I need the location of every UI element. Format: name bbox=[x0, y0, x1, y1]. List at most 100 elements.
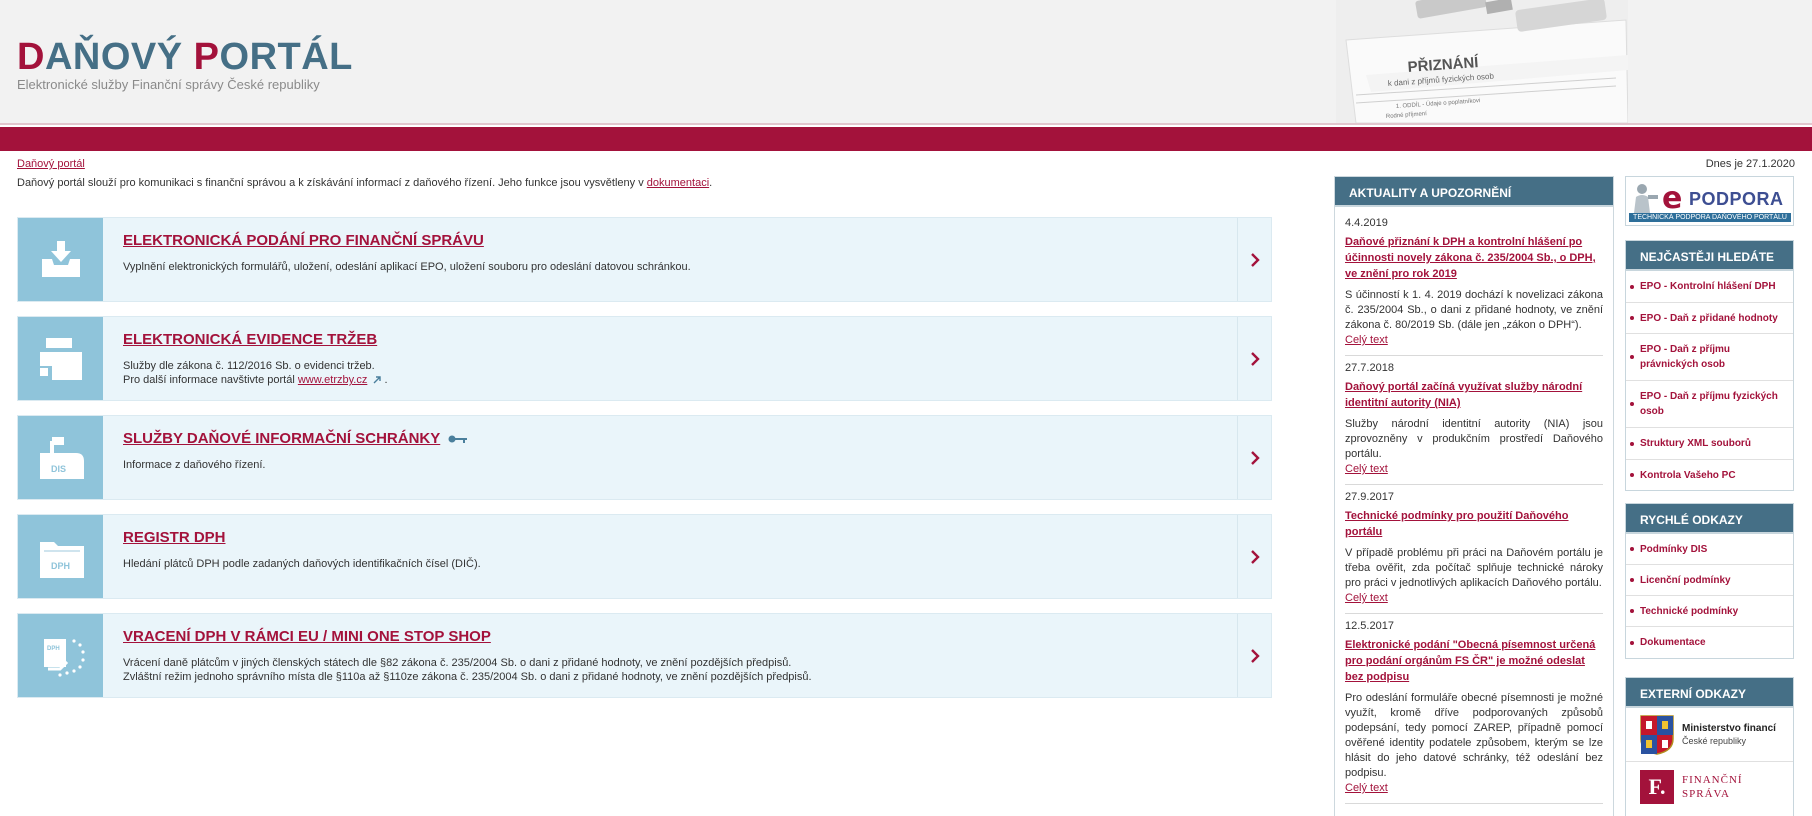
news-title-link[interactable]: Daňové přiznání k DPH a kontrolní hlášen… bbox=[1345, 234, 1603, 282]
service-title[interactable]: Elektronická podání pro finanční správu bbox=[123, 232, 484, 249]
chevron-right-icon[interactable] bbox=[1237, 614, 1271, 697]
ministerstvo-financi-link[interactable]: Ministerstvo financí České republiky bbox=[1626, 708, 1793, 762]
service-epo[interactable]: Elektronická podání pro finanční správu … bbox=[17, 217, 1272, 302]
today-date: Dnes je 27.1.2020 bbox=[1705, 158, 1795, 170]
quick-link-label: Licenční podmínky bbox=[1640, 574, 1731, 586]
quick-link-item[interactable]: Dokumentace bbox=[1626, 627, 1793, 658]
financni-sprava-link[interactable]: F. FINANČNÍ SPRÁVA bbox=[1626, 762, 1793, 816]
news-text: S účinností k 1. 4. 2019 dochází k novel… bbox=[1345, 289, 1603, 331]
most-searched-heading: NEJČASTĚJI HLEDÁTE bbox=[1626, 241, 1793, 271]
service-icon-box: DPH bbox=[18, 515, 103, 598]
chevron-right-icon[interactable] bbox=[1237, 416, 1271, 499]
service-dis[interactable]: DIS Služby daňové informační schránky In… bbox=[17, 415, 1272, 500]
quick-links-heading: RYCHLÉ ODKAZY bbox=[1626, 504, 1793, 534]
site-logo[interactable]: DAŇOVÝ PORTÁL bbox=[17, 36, 353, 79]
site-header: DAŇOVÝ PORTÁL Elektronické služby Finanč… bbox=[0, 0, 1812, 125]
news-title-link[interactable]: Technické podmínky pro použití Daňového … bbox=[1345, 508, 1603, 540]
chevron-right-icon[interactable] bbox=[1237, 218, 1271, 301]
most-searched-item[interactable]: Struktury XML souborů bbox=[1626, 428, 1793, 460]
chevron-right-icon[interactable] bbox=[1237, 515, 1271, 598]
service-desc: Vyplnění elektronických formulářů, ulože… bbox=[123, 260, 691, 274]
bullet-icon bbox=[1630, 609, 1634, 613]
service-title-text: Služby daňové informační schránky bbox=[123, 430, 441, 447]
service-vraceni-dph-eu[interactable]: DPH Vracení DPH v rámci EU / Mini One St… bbox=[17, 613, 1272, 698]
news-list: 4.4.2019 Daňové přiznání k DPH a kontrol… bbox=[1335, 207, 1613, 804]
service-desc-line: Hledání plátců DPH podle zadaných daňový… bbox=[123, 558, 481, 570]
service-title[interactable]: Služby daňové informační schránky bbox=[123, 430, 468, 447]
service-eet[interactable]: Elektronická evidence tržeb Služby dle z… bbox=[17, 316, 1272, 401]
news-item: 4.4.2019 Daňové přiznání k DPH a kontrol… bbox=[1345, 211, 1603, 356]
service-desc-line: Vyplnění elektronických formulářů, ulože… bbox=[123, 261, 691, 273]
breadcrumb-home-link[interactable]: Daňový portál bbox=[17, 158, 85, 170]
bullet-icon bbox=[1630, 355, 1634, 359]
news-read-more-link[interactable]: Celý text bbox=[1345, 462, 1603, 476]
eu-document-icon: DPH bbox=[44, 639, 85, 677]
intro-text: Daňový portál slouží pro komunikaci s fi… bbox=[17, 177, 712, 189]
service-title[interactable]: Registr DPH bbox=[123, 529, 226, 546]
most-searched-label: Struktury XML souborů bbox=[1640, 438, 1751, 449]
most-searched-item[interactable]: EPO - Kontrolní hlášení DPH bbox=[1626, 271, 1793, 303]
most-searched-label: EPO - Kontrolní hlášení DPH bbox=[1640, 281, 1776, 292]
bullet-icon bbox=[1630, 316, 1634, 320]
service-desc-line: Služby dle zákona č. 112/2016 Sb. o evid… bbox=[123, 360, 375, 372]
intro-text-body: Daňový portál slouží pro komunikaci s fi… bbox=[17, 177, 647, 189]
etrzby-link[interactable]: www.etrzby.cz bbox=[298, 374, 367, 386]
header-hero-image: PŘIZNÁNÍ k dani z příjmů fyzických osob … bbox=[1336, 0, 1628, 123]
quick-link-label: Technické podmínky bbox=[1640, 605, 1739, 617]
external-links-box: EXTERNÍ ODKAZY Ministerstvo financí Česk… bbox=[1625, 677, 1794, 816]
bullet-icon bbox=[1630, 578, 1634, 582]
news-item: 27.7.2018 Daňový portál začíná využívat … bbox=[1345, 356, 1603, 485]
news-date: 4.4.2019 bbox=[1345, 217, 1388, 229]
chevron-right-icon[interactable] bbox=[1237, 317, 1271, 400]
news-item: 27.9.2017 Technické podmínky pro použití… bbox=[1345, 485, 1603, 614]
svg-text:DIS: DIS bbox=[51, 464, 66, 474]
most-searched-item[interactable]: EPO - Daň z příjmu fyzických osob bbox=[1626, 381, 1793, 428]
most-searched-label: EPO - Daň z příjmu právnických osob bbox=[1640, 344, 1731, 370]
epodpora-banner[interactable]: e PODPORA TECHNICKÁ PODPORA DAŇOVÉHO POR… bbox=[1625, 176, 1794, 226]
news-heading: AKTUALITY A UPOZORNĚNÍ bbox=[1335, 177, 1613, 207]
service-desc-line: Pro další informace navštivte portál www… bbox=[123, 373, 388, 387]
intro-text-end: . bbox=[709, 177, 713, 189]
service-title[interactable]: Elektronická evidence tržeb bbox=[123, 331, 377, 348]
news-text: Služby národní identitní autority (NIA) … bbox=[1345, 418, 1603, 460]
service-icon-box bbox=[18, 218, 103, 301]
news-read-more-link[interactable]: Celý text bbox=[1345, 781, 1603, 795]
service-title[interactable]: Vracení DPH v rámci EU / Mini One Stop S… bbox=[123, 628, 491, 645]
quick-link-item[interactable]: Technické podmínky bbox=[1626, 596, 1793, 627]
epodpora-mark: e bbox=[1662, 181, 1683, 216]
bullet-icon bbox=[1630, 284, 1634, 289]
most-searched-label: EPO - Daň z přidané hodnoty bbox=[1640, 312, 1778, 324]
news-date: 12.5.2017 bbox=[1345, 620, 1394, 632]
most-searched-item[interactable]: EPO - Daň z příjmu právnických osob bbox=[1626, 334, 1793, 381]
most-searched-item[interactable]: Kontrola Vašeho PC bbox=[1626, 460, 1793, 490]
news-read-more-link[interactable]: Celý text bbox=[1345, 333, 1603, 347]
most-searched-label: Kontrola Vašeho PC bbox=[1640, 469, 1736, 481]
service-registr-dph[interactable]: DPH Registr DPH Hledání plátců DPH podle… bbox=[17, 514, 1272, 599]
news-title-link[interactable]: Elektronické podání "Obecná písemnost ur… bbox=[1345, 637, 1603, 685]
folder-icon: DPH bbox=[40, 542, 84, 578]
key-icon bbox=[448, 435, 468, 444]
site-subtitle: Elektronické služby Finanční správy Česk… bbox=[17, 77, 320, 92]
quick-link-item[interactable]: Licenční podmínky bbox=[1626, 565, 1793, 596]
service-desc-text: Pro další informace navštivte portál bbox=[123, 374, 298, 386]
news-read-more-link[interactable]: Celý text bbox=[1345, 591, 1603, 605]
mf-logo-line1: Ministerstvo financí bbox=[1682, 723, 1776, 734]
most-searched-box: NEJČASTĚJI HLEDÁTE EPO - Kontrolní hláše… bbox=[1625, 240, 1794, 491]
logo-letter-d: D bbox=[17, 36, 45, 78]
epodpora-subtitle: TECHNICKÁ PODPORA DAŇOVÉHO PORTÁLU bbox=[1629, 213, 1791, 222]
service-desc: Informace z daňového řízení. bbox=[123, 458, 265, 472]
news-date: 27.9.2017 bbox=[1345, 491, 1394, 503]
service-icon-box: DIS bbox=[18, 416, 103, 499]
most-searched-item[interactable]: EPO - Daň z přidané hodnoty bbox=[1626, 303, 1793, 334]
service-icon-box bbox=[18, 317, 103, 400]
bullet-icon bbox=[1630, 402, 1634, 406]
epodpora-word: PODPORA bbox=[1689, 189, 1784, 209]
news-title-link[interactable]: Daňový portál začíná využívat služby nár… bbox=[1345, 379, 1603, 411]
documentation-link[interactable]: dokumentaci bbox=[647, 177, 709, 189]
service-desc-line: Informace z daňového řízení. bbox=[123, 459, 266, 471]
quick-link-item[interactable]: Podmínky DIS bbox=[1626, 534, 1793, 565]
logo-text-danovy: AŇOVÝ bbox=[44, 36, 194, 78]
support-person-icon bbox=[1634, 184, 1658, 213]
service-desc: Služby dle zákona č. 112/2016 Sb. o evid… bbox=[123, 359, 388, 387]
quick-links-box: RYCHLÉ ODKAZY Podmínky DIS Licenční podm… bbox=[1625, 503, 1794, 659]
